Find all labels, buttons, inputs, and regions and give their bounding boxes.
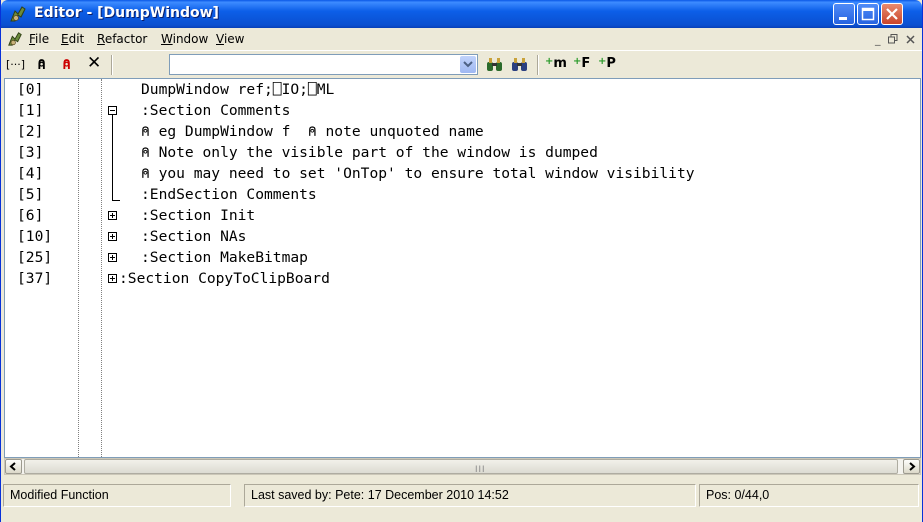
title-bar[interactable]: Editor - [DumpWindow] xyxy=(1,0,922,28)
line-number: [0] xyxy=(17,81,44,98)
code-line[interactable]: :Section NAs xyxy=(141,226,246,247)
window-title: Editor - [DumpWindow] xyxy=(34,5,219,21)
line-number: [37] xyxy=(17,270,53,287)
line-number: [10] xyxy=(17,228,53,245)
fold-collapse-icon[interactable] xyxy=(108,106,117,115)
add-function-button[interactable]: +F xyxy=(573,56,590,71)
minimize-icon xyxy=(839,17,847,20)
toolbar: [···] ⍝ ⍝ ✕ +m +F +P xyxy=(1,50,922,79)
fold-range-end xyxy=(112,200,120,201)
status-state: Modified Function xyxy=(3,484,231,507)
code-line[interactable]: :Section MakeBitmap xyxy=(141,247,308,268)
line-number: [6] xyxy=(17,207,44,224)
fold-expand-icon[interactable] xyxy=(108,211,117,220)
fold-expand-icon[interactable] xyxy=(108,253,117,262)
toolbar-separator xyxy=(111,55,113,75)
maximize-button[interactable] xyxy=(857,3,879,25)
line-number: [25] xyxy=(17,249,53,266)
fold-expand-icon[interactable] xyxy=(108,232,117,241)
add-function-label: F xyxy=(581,56,591,71)
scroll-right-button[interactable] xyxy=(903,459,920,474)
line-number: [2] xyxy=(17,123,44,140)
menu-refactor[interactable]: Refactor xyxy=(97,32,147,46)
add-property-label: P xyxy=(606,56,616,71)
mdi-close-icon[interactable] xyxy=(906,35,915,44)
mdi-restore-icon[interactable] xyxy=(888,34,898,44)
menu-bar: File Edit Refactor Window View _ xyxy=(1,28,922,50)
combo-dropdown-button[interactable] xyxy=(460,56,476,73)
line-number: [3] xyxy=(17,144,44,161)
app-icon xyxy=(10,6,26,22)
code-line[interactable]: :Section CopyToClipBoard xyxy=(119,268,330,289)
code-line[interactable]: :Section Init xyxy=(141,205,255,226)
add-method-label: m xyxy=(553,56,567,71)
line-number: [1] xyxy=(17,102,44,119)
maximize-icon xyxy=(861,7,875,21)
add-method-button[interactable]: +m xyxy=(545,56,567,71)
bracket-button[interactable]: [···] xyxy=(6,58,25,78)
code-editor[interactable]: [0] [1] [2] [3] [4] [5] [6] [10] [25] [3… xyxy=(4,78,921,458)
add-property-button[interactable]: +P xyxy=(598,56,616,71)
code-line[interactable]: :EndSection Comments xyxy=(141,184,317,205)
menu-edit[interactable]: Edit xyxy=(61,32,84,46)
find-next-binoculars-icon[interactable] xyxy=(510,57,530,73)
find-binoculars-icon[interactable] xyxy=(485,57,505,73)
minimize-button[interactable] xyxy=(833,3,855,25)
scroll-grip: III xyxy=(475,464,486,474)
line-number: [4] xyxy=(17,165,44,182)
gutter-divider xyxy=(78,79,79,457)
chevron-left-icon xyxy=(9,462,16,471)
chevron-right-icon xyxy=(909,462,916,471)
status-bar: Modified Function Last saved by: Pete: 1… xyxy=(1,476,922,522)
comment-button[interactable]: ⍝ xyxy=(37,55,46,75)
line-number: [5] xyxy=(17,186,44,203)
delete-button[interactable]: ✕ xyxy=(87,53,101,73)
code-line[interactable]: ⍝ you may need to set 'OnTop' to ensure … xyxy=(141,163,695,184)
uncomment-button[interactable]: ⍝ xyxy=(62,55,71,75)
scroll-thumb[interactable]: III xyxy=(24,459,898,474)
horizontal-scrollbar[interactable]: III xyxy=(4,458,921,475)
toolbar-separator xyxy=(537,55,539,75)
code-line[interactable]: DumpWindow ref;⎕IO;⎕ML xyxy=(141,79,334,100)
close-icon xyxy=(886,8,898,20)
code-line[interactable]: :Section Comments xyxy=(141,100,290,121)
menu-window[interactable]: Window xyxy=(161,32,208,46)
status-position: Pos: 0/44,0 xyxy=(699,484,919,507)
menu-view[interactable]: View xyxy=(216,32,244,46)
close-button[interactable] xyxy=(881,3,903,25)
code-line[interactable]: ⍝ Note only the visible part of the wind… xyxy=(141,142,598,163)
uncomment-label: ⍝ xyxy=(62,55,72,73)
menu-file[interactable]: File xyxy=(29,32,49,46)
status-last-saved: Last saved by: Pete: 17 December 2010 14… xyxy=(244,484,696,507)
code-line[interactable]: ⍝ eg DumpWindow f ⍝ note unquoted name xyxy=(141,121,484,142)
scroll-left-button[interactable] xyxy=(5,459,22,474)
search-combo[interactable] xyxy=(169,54,478,75)
editor-window: Editor - [DumpWindow] File Edit Refactor… xyxy=(0,0,923,522)
document-app-icon[interactable] xyxy=(7,31,23,47)
fold-range-line xyxy=(112,115,113,201)
chevron-down-icon xyxy=(463,61,473,68)
gutter-divider xyxy=(101,79,102,457)
mdi-minimize-icon[interactable]: _ xyxy=(875,33,881,46)
fold-expand-icon[interactable] xyxy=(108,274,117,283)
